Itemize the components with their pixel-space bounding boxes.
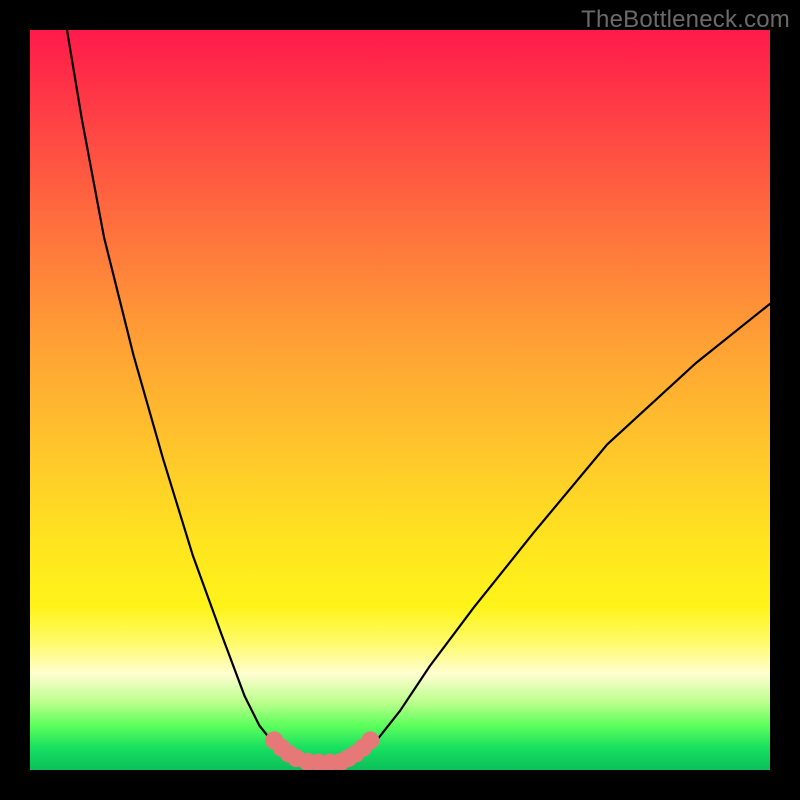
marker-dot — [361, 731, 379, 749]
curve-lines — [67, 30, 770, 763]
watermark-text: TheBottleneck.com — [581, 6, 790, 34]
left-curve — [67, 30, 300, 763]
right-curve — [352, 304, 770, 763]
bottom-markers — [265, 731, 379, 770]
chart-frame: TheBottleneck.com — [0, 0, 800, 800]
chart-svg — [30, 30, 770, 770]
